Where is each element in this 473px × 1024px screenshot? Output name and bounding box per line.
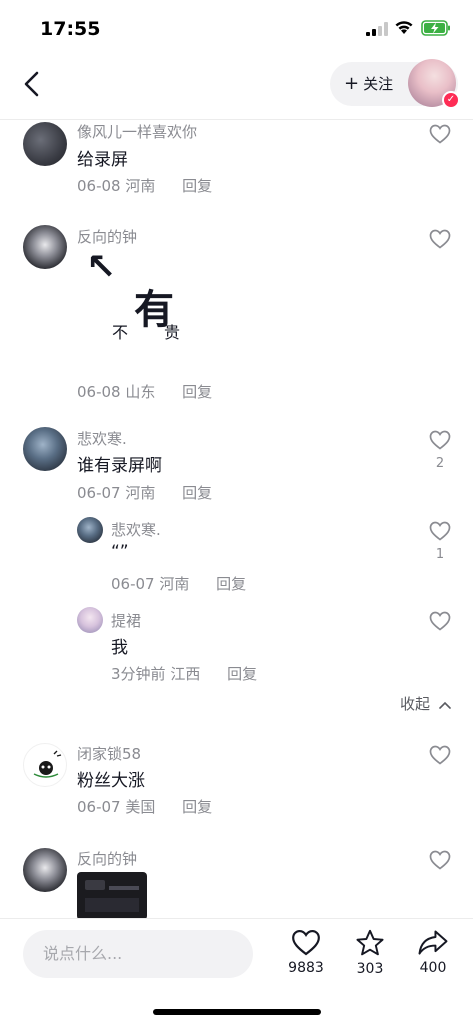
comment-meta: 06-07 美国 回复 bbox=[77, 796, 212, 817]
reply-location: 江西 bbox=[170, 665, 201, 683]
author-avatar[interactable]: ✓ bbox=[408, 59, 460, 109]
comment-author[interactable]: 闭家锁58 bbox=[77, 743, 141, 764]
reply-button[interactable]: 回复 bbox=[227, 665, 257, 683]
comment-author[interactable]: 悲欢寒. bbox=[77, 428, 127, 449]
avatar[interactable] bbox=[77, 517, 103, 543]
reply-button[interactable]: 回复 bbox=[216, 575, 246, 593]
comment-image[interactable] bbox=[77, 872, 147, 920]
avatar[interactable] bbox=[23, 848, 67, 892]
comment-location: 河南 bbox=[125, 484, 156, 502]
reply-author[interactable]: 提裙 bbox=[111, 610, 141, 631]
signal-icon bbox=[366, 22, 388, 36]
comment-date: 06-07 bbox=[77, 798, 121, 816]
avatar[interactable] bbox=[77, 607, 103, 633]
follow-label: 关注 bbox=[363, 75, 394, 93]
like-button[interactable] bbox=[428, 745, 452, 765]
comment-date: 06-07 bbox=[77, 484, 121, 502]
reply-text[interactable]: “” bbox=[111, 542, 129, 562]
reply-date: 3分钟前 bbox=[111, 665, 166, 683]
comment-date: 06-08 bbox=[77, 177, 121, 195]
favorite-action-button[interactable]: 303 bbox=[345, 929, 395, 977]
collapse-replies-button[interactable]: 收起 bbox=[400, 693, 451, 714]
comment-meta: 06-08 山东 回复 bbox=[77, 381, 212, 402]
comment-location: 山东 bbox=[125, 383, 156, 401]
heart-icon bbox=[292, 929, 320, 956]
heart-icon bbox=[429, 521, 451, 541]
sticker-image[interactable]: ↖ 有 不 贵 bbox=[78, 247, 218, 350]
like-button[interactable]: 1 bbox=[428, 521, 452, 562]
comment-text[interactable]: 粉丝大涨 bbox=[77, 766, 145, 791]
sticker-right-char: 贵 bbox=[164, 323, 181, 342]
check-badge-icon: ✓ bbox=[442, 91, 460, 109]
heart-icon bbox=[429, 745, 451, 765]
comment-location: 美国 bbox=[125, 798, 156, 816]
avatar[interactable] bbox=[23, 427, 67, 471]
like-count: 1 bbox=[435, 547, 445, 562]
back-arrow-icon[interactable] bbox=[20, 70, 44, 98]
heart-icon bbox=[429, 850, 451, 870]
star-icon bbox=[356, 929, 384, 956]
like-button[interactable] bbox=[428, 124, 452, 144]
divider bbox=[0, 119, 473, 120]
collapse-label: 收起 bbox=[400, 695, 431, 713]
like-button[interactable] bbox=[428, 229, 452, 249]
like-button[interactable] bbox=[428, 850, 452, 870]
reply-button[interactable]: 回复 bbox=[182, 484, 212, 502]
avatar[interactable] bbox=[23, 743, 67, 787]
share-action-button[interactable]: 400 bbox=[408, 929, 458, 976]
reply-location: 河南 bbox=[159, 575, 190, 593]
plus-icon: + bbox=[344, 73, 360, 94]
like-button[interactable]: 2 bbox=[428, 430, 452, 471]
reply-button[interactable]: 回复 bbox=[182, 798, 212, 816]
bottom-bar: 说点什么... 9883 303 400 bbox=[0, 918, 473, 1024]
comment-text[interactable]: 给录屏 bbox=[77, 145, 128, 170]
comment-meta: 06-08 河南 回复 bbox=[77, 175, 212, 196]
avatar[interactable] bbox=[23, 122, 67, 166]
reply-author[interactable]: 悲欢寒. bbox=[111, 519, 161, 540]
comment-input[interactable]: 说点什么... bbox=[23, 930, 253, 978]
sticker-arrow: ↖ bbox=[86, 247, 117, 288]
status-time: 17:55 bbox=[40, 18, 101, 40]
battery-icon bbox=[421, 20, 450, 36]
comment-location: 河南 bbox=[125, 177, 156, 195]
comment-author[interactable]: 像风儿一样喜欢你 bbox=[77, 121, 197, 142]
reply-button[interactable]: 回复 bbox=[182, 177, 212, 195]
nav-bar: + 关注 ✓ bbox=[0, 56, 473, 116]
heart-icon bbox=[429, 611, 451, 631]
comment-date: 06-08 bbox=[77, 383, 121, 401]
reply-meta: 3分钟前 江西 回复 bbox=[111, 663, 257, 684]
reply-button[interactable]: 回复 bbox=[182, 383, 212, 401]
reply-date: 06-07 bbox=[111, 575, 155, 593]
wifi-icon bbox=[395, 21, 413, 34]
reply-meta: 06-07 河南 回复 bbox=[111, 573, 246, 594]
comment-meta: 06-07 河南 回复 bbox=[77, 482, 212, 503]
favorite-count: 303 bbox=[356, 961, 384, 977]
chevron-up-icon bbox=[438, 701, 451, 709]
reply-text[interactable]: 我 bbox=[111, 633, 128, 658]
share-icon bbox=[418, 930, 448, 955]
follow-pill: + 关注 ✓ bbox=[330, 59, 460, 109]
heart-icon bbox=[429, 124, 451, 144]
avatar-graphic bbox=[33, 750, 62, 778]
heart-icon bbox=[429, 229, 451, 249]
follow-button[interactable]: + 关注 bbox=[344, 62, 393, 106]
like-count: 9883 bbox=[288, 960, 324, 976]
like-button[interactable] bbox=[428, 611, 452, 631]
home-indicator bbox=[153, 1009, 321, 1015]
comment-text[interactable]: 谁有录屏啊 bbox=[77, 451, 162, 476]
avatar[interactable] bbox=[23, 225, 67, 269]
status-bar: 17:55 bbox=[0, 0, 473, 56]
share-count: 400 bbox=[419, 960, 447, 976]
heart-icon bbox=[429, 430, 451, 450]
comment-author[interactable]: 反向的钟 bbox=[77, 848, 137, 869]
like-action-button[interactable]: 9883 bbox=[281, 929, 331, 976]
sticker-left-char: 不 bbox=[112, 323, 129, 342]
like-count: 2 bbox=[435, 456, 445, 471]
comment-author[interactable]: 反向的钟 bbox=[77, 226, 137, 247]
